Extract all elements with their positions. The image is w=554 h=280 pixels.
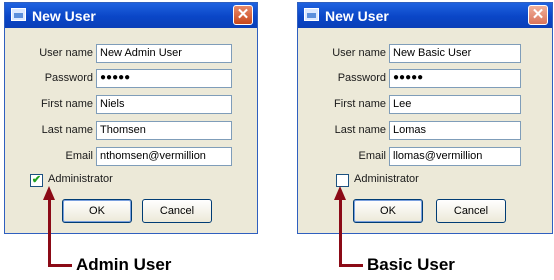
close-button[interactable]: ✕	[233, 5, 253, 25]
email-label: Email	[358, 150, 386, 162]
last-name-label: Last name	[334, 124, 386, 136]
email-field[interactable]: llomas@vermillion	[389, 147, 521, 166]
username-label: User name	[332, 47, 386, 59]
cancel-button[interactable]: Cancel	[142, 199, 212, 223]
title-bar[interactable]: New User ✕	[5, 3, 257, 28]
close-button[interactable]: ✕	[528, 5, 548, 25]
password-label: Password	[337, 72, 386, 84]
first-name-field[interactable]: Lee	[389, 95, 521, 114]
dialog-title: New User	[325, 8, 389, 24]
admin-user-callout: Admin User	[76, 255, 172, 274]
administrator-checkbox[interactable]: ✔	[30, 174, 43, 187]
username-field[interactable]: New Basic User	[389, 44, 521, 63]
window-icon	[304, 8, 319, 21]
callout-arrow-basic	[339, 198, 342, 267]
last-name-field[interactable]: Lomas	[389, 121, 521, 140]
first-name-label: First name	[41, 98, 93, 110]
administrator-label: Administrator	[48, 173, 113, 185]
email-label: Email	[65, 150, 93, 162]
password-field[interactable]: ●●●●●	[96, 69, 232, 88]
last-name-label: Last name	[41, 124, 93, 136]
callout-arrow-admin	[48, 198, 51, 267]
dialog-title: New User	[32, 8, 96, 24]
first-name-field[interactable]: Niels	[96, 95, 232, 114]
callout-arrow-admin-foot	[48, 264, 72, 267]
ok-button[interactable]: OK	[62, 199, 132, 223]
password-field[interactable]: ●●●●●	[389, 69, 521, 88]
email-field[interactable]: nthomsen@vermillion	[96, 147, 232, 166]
username-label: User name	[39, 47, 93, 59]
cancel-button[interactable]: Cancel	[436, 199, 506, 223]
last-name-field[interactable]: Thomsen	[96, 121, 232, 140]
first-name-label: First name	[334, 98, 386, 110]
title-bar[interactable]: New User ✕	[298, 3, 552, 28]
password-label: Password	[44, 72, 93, 84]
administrator-label: Administrator	[354, 173, 419, 185]
basic-user-callout: Basic User	[367, 255, 455, 274]
window-icon	[11, 8, 26, 21]
username-field[interactable]: New Admin User	[96, 44, 232, 63]
ok-button[interactable]: OK	[353, 199, 423, 223]
callout-arrow-basic-foot	[339, 264, 363, 267]
